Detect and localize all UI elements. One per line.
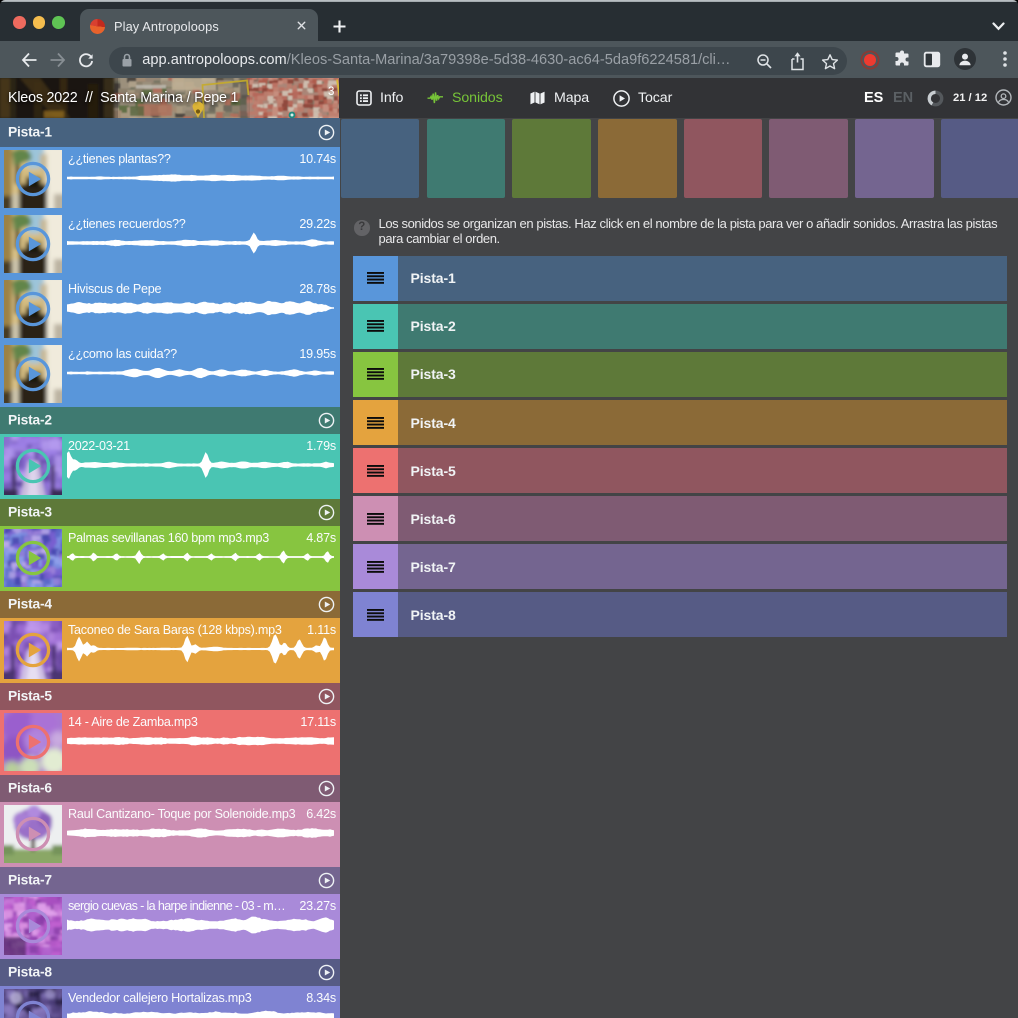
svg-text:3: 3 [328,86,334,98]
